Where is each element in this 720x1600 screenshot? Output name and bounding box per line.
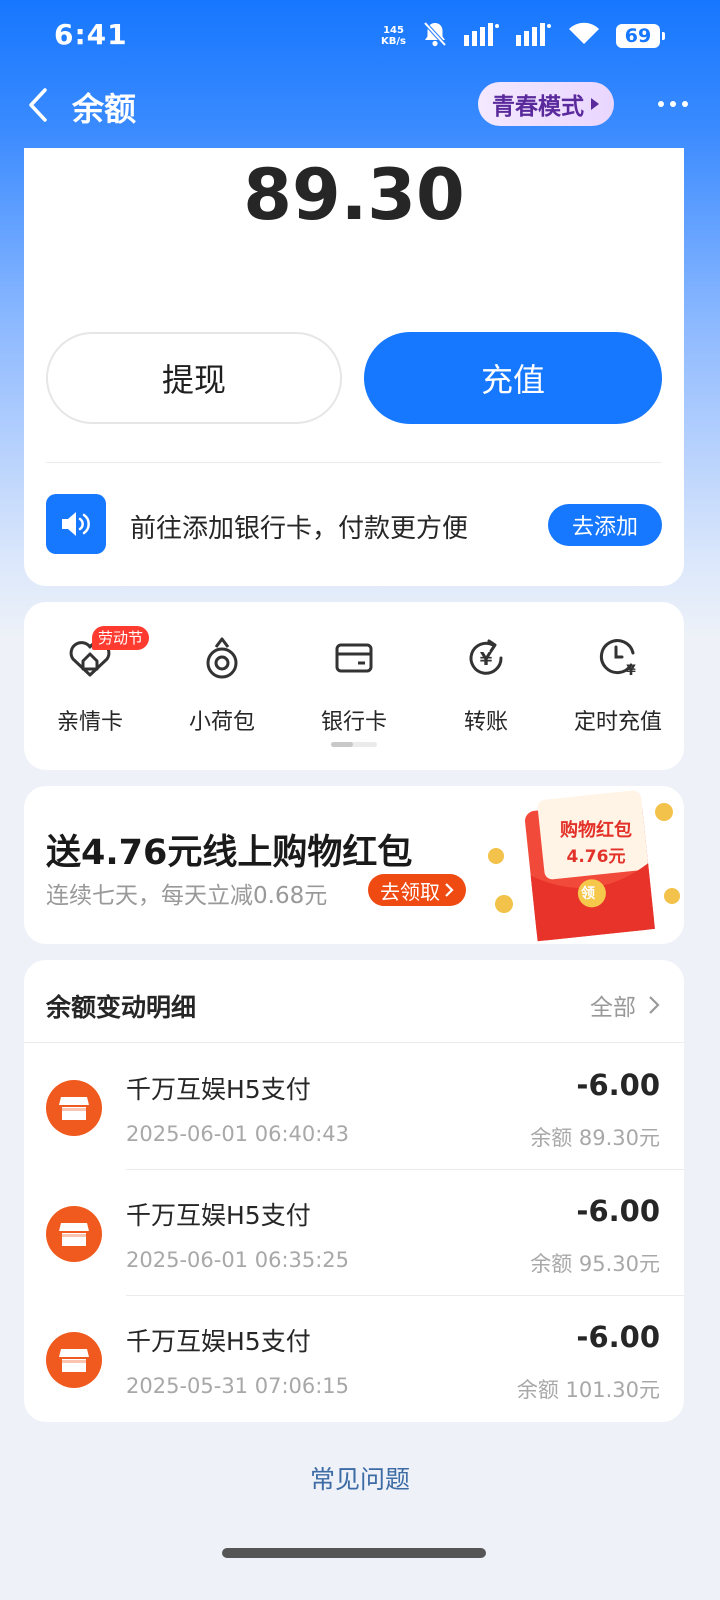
transaction-row[interactable]: 千万互娱H5支付 2025-05-31 07:06:15 -6.00 余额 10… [24,1296,684,1422]
transaction-balance: 余额 95.30元 [530,1252,660,1276]
promo-subtitle: 连续七天，每天立减0.68元 [46,883,328,909]
net-speed: 145 KB/s [381,25,406,47]
balance-detail-card: 余额变动明细 全部 千万互娱H5支付 2025-06-01 06:40:43 -… [24,960,684,1422]
divider [46,462,662,463]
holiday-badge: 劳动节 [92,626,150,650]
shortcut-label: 亲情卡 [56,710,123,735]
transaction-name: 千万互娱H5支付 [126,1327,311,1356]
signal-icon [464,22,500,50]
transaction-balance: 余额 89.30元 [530,1126,660,1150]
svg-text:¥: ¥ [480,649,493,670]
signal-icon [516,22,552,50]
net-speed-unit: KB/s [381,36,406,47]
wifi-icon [568,22,600,50]
shortcut-label: 定时充值 [573,710,662,735]
youth-mode-label: 青春模式 [492,94,584,120]
view-all-link[interactable]: 全部 [590,988,660,1022]
more-dots-icon[interactable] [658,96,692,112]
status-time: 6:41 [54,18,128,51]
withdraw-button[interactable]: 提现 [46,332,342,424]
bank-card-icon [288,632,420,684]
battery-icon: 69 [616,24,665,48]
chevron-right-icon [649,996,660,1014]
red-envelope-illustration: 购物红包 4.76元 领 [488,790,680,942]
transaction-balance: 余额 101.30元 [516,1378,660,1402]
youth-mode-button[interactable]: 青春模式 [478,82,614,126]
shortcut-label: 小荷包 [188,710,255,735]
transaction-time: 2025-05-31 07:06:15 [126,1374,350,1398]
claim-button[interactable]: 去领取 [368,874,466,906]
balance-amount: 89.30 [243,154,465,236]
status-bar: 6:41 145 KB/s 69 [0,0,720,72]
purse-icon [156,632,288,684]
status-icons: 145 KB/s 69 [381,20,665,52]
balance-card: 89.30 提现 充值 前往添加银行卡，付款更方便 去添加 [24,148,684,586]
shortcut-purse[interactable]: 小荷包 [156,632,288,736]
transaction-time: 2025-06-01 06:35:25 [126,1248,350,1272]
svg-text:¥: ¥ [626,663,636,679]
transaction-name: 千万互娱H5支付 [126,1075,311,1104]
transaction-amount: -6.00 [576,1320,660,1354]
page-title: 余额 [72,90,137,128]
redpack-seal: 领 [581,885,595,902]
shop-icon [46,1332,102,1388]
transaction-time: 2025-06-01 06:40:43 [126,1122,350,1146]
promo-card[interactable]: 送4.76元线上购物红包 连续七天，每天立减0.68元 去领取 购物红包 4.7… [24,786,684,944]
add-bank-tip: 前往添加银行卡，付款更方便 [130,514,469,544]
detail-title: 余额变动明细 [46,993,197,1022]
shop-icon [46,1080,102,1136]
mute-bell-icon [422,20,448,52]
shop-icon [46,1206,102,1262]
play-triangle-icon [590,91,600,117]
transaction-name: 千万互娱H5支付 [126,1201,311,1230]
chevron-right-icon [445,883,454,897]
faq-link[interactable]: 常见问题 [0,1460,720,1496]
speaker-icon [46,494,106,554]
page-indicator [331,742,377,747]
redpack-title: 购物红包 [560,819,632,841]
transaction-amount: -6.00 [576,1068,660,1102]
transaction-row[interactable]: 千万互娱H5支付 2025-06-01 06:40:43 -6.00 余额 89… [24,1044,684,1170]
shortcut-label: 银行卡 [320,710,387,735]
recharge-button[interactable]: 充值 [364,332,662,424]
view-all-label: 全部 [590,995,636,1021]
shortcut-card: 亲情卡 劳动节 小荷包 银行卡 ¥ 转账 ¥ 定时充值 [24,602,684,770]
shortcut-bank-card[interactable]: 银行卡 [288,632,420,736]
shortcut-scheduled-recharge[interactable]: ¥ 定时充值 [552,632,684,736]
shortcut-transfer[interactable]: ¥ 转账 [420,632,552,736]
promo-title: 送4.76元线上购物红包 [46,833,413,873]
net-speed-value: 145 [383,25,404,36]
home-indicator[interactable] [222,1548,486,1558]
clock-yen-icon: ¥ [552,632,684,684]
transfer-yen-icon: ¥ [420,632,552,684]
add-bank-card-button[interactable]: 去添加 [548,504,662,546]
nav-bar: 余额 青春模式 [0,76,720,136]
redpack-amount: 4.76元 [567,847,626,867]
transaction-amount: -6.00 [576,1194,660,1228]
page-indicator-active [331,742,353,747]
claim-label: 去领取 [380,879,440,904]
transaction-row[interactable]: 千万互娱H5支付 2025-06-01 06:35:25 -6.00 余额 95… [24,1170,684,1296]
shortcut-label: 转账 [463,710,508,735]
chevron-left-icon[interactable] [18,82,58,128]
divider [24,1042,684,1043]
